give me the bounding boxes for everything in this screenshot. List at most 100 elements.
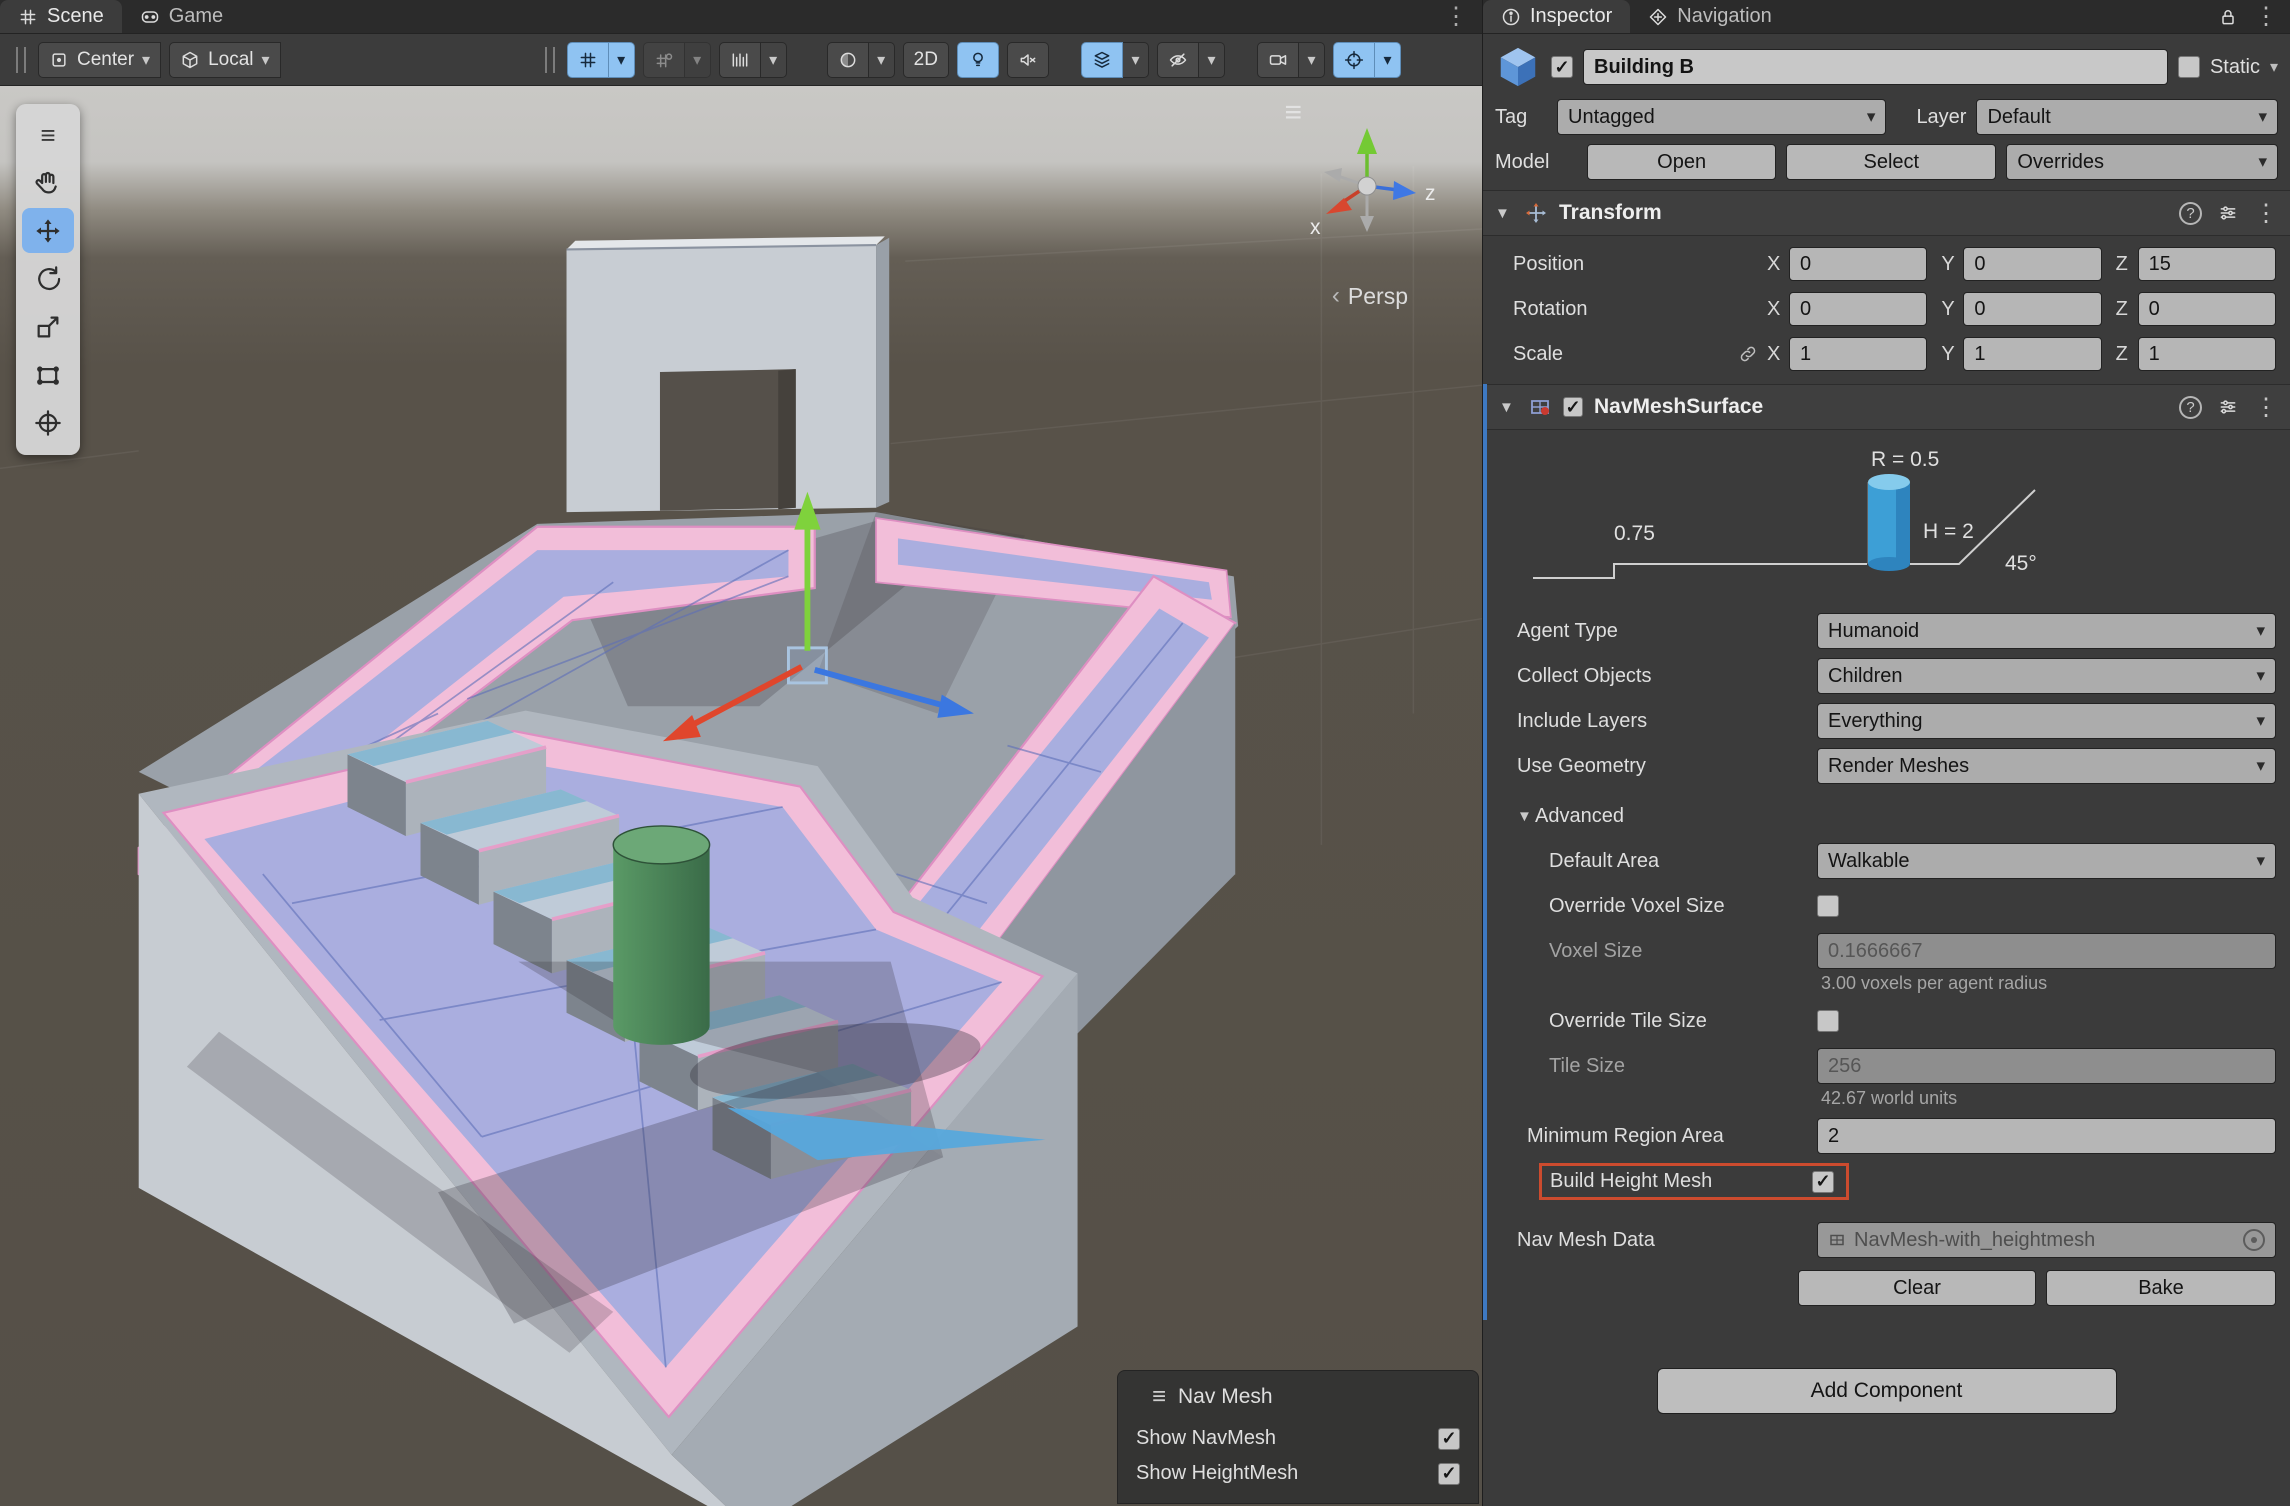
tile-size-row: Tile Size 256 [1487,1048,2290,1084]
effects-caret-icon[interactable]: ▾ [1123,42,1149,78]
nav-mesh-data-row: Nav Mesh Data NavMesh-with_heightmesh [1487,1222,2290,1258]
scale-x-field[interactable]: 1 [1789,337,1927,371]
gizmos-caret-icon[interactable]: ▾ [1375,42,1401,78]
grid-visibility-toggle[interactable]: ▾ [567,42,635,78]
agent-height-label: H = 2 [1923,520,1974,543]
scale-z-field[interactable]: 1 [2138,337,2276,371]
tile-size-field: 256 [1817,1048,2276,1084]
navmesh-help-icon[interactable]: ? [2179,396,2202,419]
transform-foldout-icon[interactable]: ▼ [1495,205,1513,222]
show-heightmesh-checkbox[interactable]: ✓ [1438,1463,1460,1485]
navmesh-presets-icon[interactable] [2218,397,2238,417]
gameobject-header: ✓ Building B Static ▾ Tag Untagged▾ Laye… [1483,34,2290,190]
model-open-button[interactable]: Open [1587,144,1776,180]
layer-dropdown[interactable]: Default▾ [1976,99,2278,135]
position-y-field[interactable]: 0 [1963,247,2101,281]
rotation-z-field[interactable]: 0 [2138,292,2276,326]
collect-objects-dropdown[interactable]: Children▾ [1817,658,2276,694]
pivot-dropdown[interactable]: Center ▾ [38,42,161,78]
min-region-row: Minimum Region Area 2 [1487,1118,2290,1154]
scale-label: Scale [1483,343,1733,366]
effects-toggle[interactable]: ▾ [1081,42,1149,78]
scale-tool[interactable] [22,304,74,349]
palette-menu-icon[interactable]: ≡ [22,112,74,157]
rotation-y-field[interactable]: 0 [1963,292,2101,326]
grid-caret-icon[interactable]: ▾ [609,42,635,78]
tab-inspector[interactable]: Inspector [1483,0,1630,33]
orientation-gizmo[interactable]: x z [1292,108,1442,258]
snap-toggle[interactable]: ▾ [643,42,711,78]
navmesh-foldout-icon[interactable]: ▼ [1499,399,1517,416]
scene-camera-dropdown[interactable]: ▾ [1257,42,1325,78]
include-layers-dropdown[interactable]: Everything▾ [1817,703,2276,739]
add-component-button[interactable]: Add Component [1657,1368,2117,1414]
tab-scene[interactable]: Scene [0,0,122,33]
transform-tool[interactable] [22,400,74,445]
link-icon[interactable] [1738,344,1758,364]
scene-tab-menu-icon[interactable]: ⋮ [1430,0,1482,33]
tag-dropdown[interactable]: Untagged▾ [1557,99,1886,135]
transform-header[interactable]: ▼ Transform ? ⋮ [1483,190,2290,236]
position-z-field[interactable]: 15 [2138,247,2276,281]
rotate-tool[interactable] [22,256,74,301]
gameobject-name-field[interactable]: Building B [1583,49,2168,85]
scene-viewport[interactable]: ≡ ≡ [0,86,1482,1506]
ruler-caret-icon[interactable]: ▾ [761,42,787,78]
rect-tool[interactable] [22,352,74,397]
transform-menu-icon[interactable]: ⋮ [2254,199,2278,228]
move-tool[interactable] [22,208,74,253]
toolbar-drag-handle-2[interactable] [545,47,555,73]
navmeshsurface-enabled-checkbox[interactable]: ✓ [1563,397,1583,417]
static-caret-icon[interactable]: ▾ [2270,57,2278,77]
model-select-button[interactable]: Select [1786,144,1996,180]
tab-game[interactable]: Game [122,0,241,33]
object-picker-icon[interactable] [2243,1229,2265,1251]
navmesh-overlay-header[interactable]: ≡ Nav Mesh [1134,1381,1462,1421]
min-region-field[interactable]: 2 [1817,1118,2276,1154]
pan-tool[interactable] [22,160,74,205]
ruler-dropdown[interactable]: ▾ [719,42,787,78]
shading-caret-icon[interactable]: ▾ [869,42,895,78]
scene-visibility-toggle[interactable]: ▾ [1157,42,1225,78]
scene-lighting-toggle[interactable] [957,42,999,78]
inspector-menu-icon[interactable]: ⋮ [2254,2,2278,31]
model-overrides-dropdown[interactable]: Overrides▾ [2006,144,2278,180]
audio-muted-icon [1018,50,1038,70]
advanced-foldout[interactable]: ▼ Advanced [1487,798,2290,834]
override-voxel-checkbox[interactable] [1817,895,1839,917]
shading-mode-dropdown[interactable]: ▾ [827,42,895,78]
snap-caret-icon[interactable]: ▾ [685,42,711,78]
navmesh-menu-icon[interactable]: ⋮ [2254,393,2278,422]
bake-button[interactable]: Bake [2046,1270,2276,1306]
axis-z-label: z [1425,182,1436,205]
use-geometry-dropdown[interactable]: Render Meshes▾ [1817,748,2276,784]
build-height-mesh-checkbox[interactable]: ✓ [1812,1171,1834,1193]
navmeshsurface-header[interactable]: ▼ ✓ NavMeshSurface ? ⋮ [1487,384,2290,430]
static-checkbox[interactable] [2178,56,2200,78]
advanced-foldout-icon: ▼ [1517,808,1535,825]
agent-type-dropdown[interactable]: Humanoid▾ [1817,613,2276,649]
visibility-caret-icon[interactable]: ▾ [1199,42,1225,78]
help-icon[interactable]: ? [2179,202,2202,225]
projection-label[interactable]: ‹ Persp [1332,282,1408,310]
default-area-dropdown[interactable]: Walkable▾ [1817,843,2276,879]
tab-navigation[interactable]: Navigation [1630,0,1790,33]
override-tile-checkbox[interactable] [1817,1010,1839,1032]
axis-x: X [1763,253,1789,276]
nav-mesh-data-field[interactable]: NavMesh-with_heightmesh [1817,1222,2276,1258]
audio-mute-toggle[interactable] [1007,42,1049,78]
rotation-x-field[interactable]: 0 [1789,292,1927,326]
camera-caret-icon[interactable]: ▾ [1299,42,1325,78]
lock-icon[interactable] [2218,7,2238,27]
override-voxel-row: Override Voxel Size [1487,888,2290,924]
position-x-field[interactable]: 0 [1789,247,1927,281]
toolbar-drag-handle[interactable] [16,47,26,73]
scale-y-field[interactable]: 1 [1963,337,2101,371]
gizmos-toggle[interactable]: ▾ [1333,42,1401,78]
gameobject-enabled-checkbox[interactable]: ✓ [1551,56,1573,78]
clear-button[interactable]: Clear [1798,1270,2036,1306]
show-navmesh-checkbox[interactable]: ✓ [1438,1428,1460,1450]
presets-icon[interactable] [2218,203,2238,223]
toggle-2d-button[interactable]: 2D [903,42,949,78]
orientation-dropdown[interactable]: Local ▾ [169,42,280,78]
